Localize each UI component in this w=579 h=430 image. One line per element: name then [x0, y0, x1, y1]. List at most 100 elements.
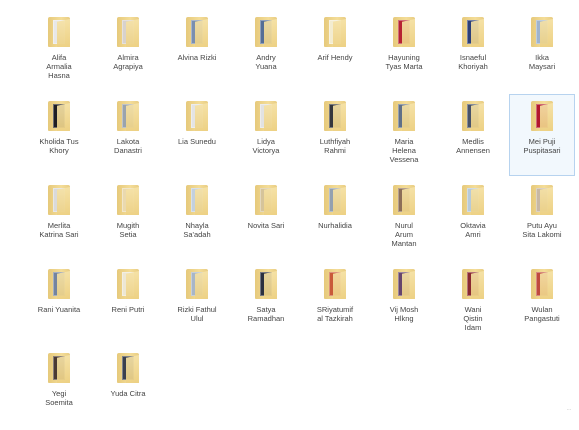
folder-icon [117, 269, 139, 299]
folder-icon [255, 101, 277, 131]
folder-item[interactable]: Yuda Citra [95, 346, 161, 428]
folder-label: Lia Sunedu [178, 137, 216, 146]
folder-icon [186, 269, 208, 299]
folder-icon [117, 185, 139, 215]
folder-icon [255, 185, 277, 215]
folder-icon [462, 185, 484, 215]
folder-item[interactable]: Nhayla Sa'adah [164, 178, 230, 260]
folder-item[interactable]: Putu Ayu Sita Lakomi [509, 178, 575, 260]
folder-grid: Alifa Armalia Hasna Almira Agrapiya Alvina… [26, 10, 578, 430]
folder-label: Lidya Victorya [252, 137, 280, 155]
folder-label: Maria Helena Vessena [389, 137, 419, 164]
folder-icon [393, 101, 415, 131]
folder-label: Yegi Soemita [45, 389, 73, 407]
folder-label: Rizki Fathul Ulul [177, 305, 217, 323]
folder-label: Oktavia Amri [460, 221, 486, 239]
folder-icon [117, 353, 139, 383]
folder-item[interactable]: Yegi Soemita [26, 346, 92, 428]
folder-icon [531, 269, 553, 299]
folder-item[interactable]: Hayuning Tyas Marta [371, 10, 437, 92]
folder-label: SRiyatumif al Tazkirah [316, 305, 354, 323]
folder-icon [186, 17, 208, 47]
folder-label: Andry Yuana [255, 53, 277, 71]
folder-label: Ikka Maysari [528, 53, 556, 71]
folder-label: Nhayla Sa'adah [183, 221, 211, 239]
folder-icon [48, 269, 70, 299]
folder-item[interactable]: Mugith Setia [95, 178, 161, 260]
folder-item[interactable]: Nurhalidia [302, 178, 368, 260]
folder-label: Wani Qistin Idam [463, 305, 483, 332]
folder-item[interactable]: Rani Yuanita [26, 262, 92, 344]
folder-label: Mugith Setia [116, 221, 140, 239]
folder-item[interactable]: Kholida Tus Khory [26, 94, 92, 176]
folder-item[interactable]: Wulan Pangastuti [509, 262, 575, 344]
folder-label: Nurul Arum Mantan [391, 221, 417, 248]
folder-label: Arif Hendy [317, 53, 353, 62]
folder-icon [462, 17, 484, 47]
folder-item[interactable]: Oktavia Amri [440, 178, 506, 260]
folder-label: Vij Mosh Hlkng [389, 305, 419, 323]
folder-item[interactable]: Lia Sunedu [164, 94, 230, 176]
folder-label: Merlita Katrina Sari [39, 221, 79, 239]
folder-icon [48, 101, 70, 131]
folder-item[interactable]: Reni Putri [95, 262, 161, 344]
folder-item[interactable]: Mei Puji Puspitasari [509, 94, 575, 176]
folder-label: Isnaeful Khoriyah [458, 53, 488, 71]
folder-icon [462, 269, 484, 299]
folder-item[interactable]: Nurul Arum Mantan [371, 178, 437, 260]
folder-item[interactable]: Medlis Annensen [440, 94, 506, 176]
folder-icon [393, 269, 415, 299]
folder-icon [324, 185, 346, 215]
folder-icon [48, 17, 70, 47]
folder-item[interactable]: SRiyatumif al Tazkirah [302, 262, 368, 344]
status-text: ... [566, 406, 571, 412]
folder-label: Putu Ayu Sita Lakomi [522, 221, 562, 239]
folder-icon [255, 269, 277, 299]
folder-icon [186, 185, 208, 215]
folder-item[interactable]: Lakota Danastri [95, 94, 161, 176]
folder-item[interactable]: Satya Ramadhan [233, 262, 299, 344]
folder-icon [531, 17, 553, 47]
folder-label: Alvina Rizki [177, 53, 217, 62]
folder-label: Nurhalidia [318, 221, 352, 230]
folder-icon [48, 185, 70, 215]
folder-label: Wulan Pangastuti [524, 305, 560, 323]
folder-icon [117, 101, 139, 131]
folder-item[interactable]: Maria Helena Vessena [371, 94, 437, 176]
folder-label: Rani Yuanita [37, 305, 81, 314]
folder-item[interactable]: Wani Qistin Idam [440, 262, 506, 344]
folder-label: Yuda Citra [110, 389, 146, 398]
folder-label: Reni Putri [111, 305, 145, 314]
folder-icon [324, 269, 346, 299]
folder-icon [186, 101, 208, 131]
folder-icon [462, 101, 484, 131]
folder-item[interactable]: Novita Sari [233, 178, 299, 260]
folder-item[interactable]: Andry Yuana [233, 10, 299, 92]
folder-item[interactable]: Alvina Rizki [164, 10, 230, 92]
folder-icon [531, 185, 553, 215]
folder-item[interactable]: Almira Agrapiya [95, 10, 161, 92]
folder-item[interactable]: Merlita Katrina Sari [26, 178, 92, 260]
folder-icon [531, 101, 553, 131]
folder-label: Almira Agrapiya [113, 53, 143, 71]
folder-item[interactable]: Rizki Fathul Ulul [164, 262, 230, 344]
folder-label: Alifa Armalia Hasna [46, 53, 72, 80]
folder-item[interactable]: Alifa Armalia Hasna [26, 10, 92, 92]
folder-item[interactable]: Lidya Victorya [233, 94, 299, 176]
folder-label: Hayuning Tyas Marta [385, 53, 423, 71]
folder-label: Medlis Annensen [456, 137, 490, 155]
folder-item[interactable]: Isnaeful Khoriyah [440, 10, 506, 92]
folder-icon [393, 185, 415, 215]
folder-label: Luthfiyah Rahmi [319, 137, 351, 155]
folder-item[interactable]: Arif Hendy [302, 10, 368, 92]
folder-item[interactable]: Luthfiyah Rahmi [302, 94, 368, 176]
folder-label: Kholida Tus Khory [39, 137, 79, 155]
folder-item[interactable]: Vij Mosh Hlkng [371, 262, 437, 344]
folder-icon [393, 17, 415, 47]
folder-item[interactable]: Ikka Maysari [509, 10, 575, 92]
folder-icon [324, 17, 346, 47]
folder-label: Lakota Danastri [114, 137, 142, 155]
folder-label: Mei Puji Puspitasari [523, 137, 561, 155]
folder-icon [255, 17, 277, 47]
folder-label: Satya Ramadhan [247, 305, 285, 323]
